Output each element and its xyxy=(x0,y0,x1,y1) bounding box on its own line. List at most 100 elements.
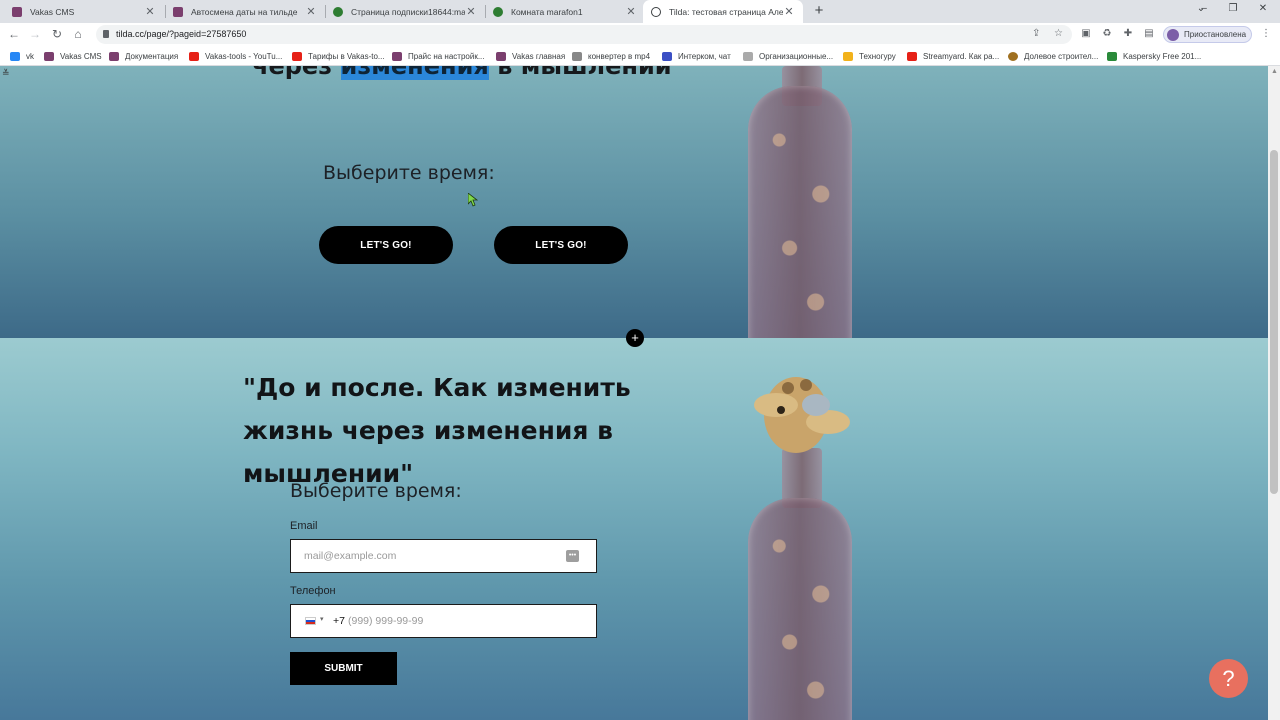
tab-subscription[interactable]: Страница подписки18644:marafon ✕ xyxy=(325,0,485,23)
extension-icon[interactable]: ▣ xyxy=(1080,28,1092,40)
help-button[interactable]: ? xyxy=(1209,659,1248,698)
scroll-up-icon[interactable]: ▲ xyxy=(1271,68,1278,75)
bookmark-youtube[interactable]: Vakas-tools - YouTu... xyxy=(189,50,282,62)
bookmark-tariffs[interactable]: Тарифы в Vakas-to... xyxy=(292,50,385,62)
mouse-cursor-icon xyxy=(468,193,478,207)
address-url[interactable]: tilda.cc/page/?pageid=27587650 xyxy=(116,29,246,39)
phone-country-code: +7 xyxy=(333,615,345,627)
bookmark-label: Прайс на настройк... xyxy=(408,51,485,61)
tab-strip: Vakas CMS ✕ Автосмена даты на тильде ✕ С… xyxy=(0,0,1280,23)
tab-favicon-icon xyxy=(12,6,22,17)
russia-flag-icon[interactable] xyxy=(305,617,316,625)
lets-go-button-right[interactable]: LET'S GO! xyxy=(494,226,628,264)
bookmark-favicon-icon xyxy=(496,51,506,61)
phone-field[interactable]: ▾ +7 (999) 999-99-99 xyxy=(290,604,597,638)
lets-go-button-left[interactable]: LET'S GO! xyxy=(319,226,453,264)
phone-label: Телефон xyxy=(290,585,336,597)
tab-favicon-icon xyxy=(333,6,343,17)
bookmark-label: vk xyxy=(26,51,34,61)
restore-button[interactable]: ❐ xyxy=(1223,3,1243,14)
close-tab-icon[interactable]: ✕ xyxy=(625,5,637,18)
profile-button[interactable]: Приостановлена xyxy=(1163,26,1252,43)
email-field[interactable]: mail@example.com ••• xyxy=(290,539,597,573)
close-tab-icon[interactable]: ✕ xyxy=(305,5,317,18)
menu-kebab-icon[interactable]: ⋮ xyxy=(1260,28,1272,40)
bookmark-vk[interactable]: vk xyxy=(10,50,34,62)
tab-title: Комната marafon1 xyxy=(511,6,583,17)
address-bar[interactable]: tilda.cc/page/?pageid=27587650 ⇪ ☆ xyxy=(96,25,1072,44)
bookmark-label: Vakas главная xyxy=(512,51,566,61)
bookmark-favicon-icon xyxy=(44,51,54,61)
minimize-button[interactable]: – xyxy=(1194,3,1214,14)
bookmark-label: Тарифы в Vakas-to... xyxy=(308,51,385,61)
close-tab-icon[interactable]: ✕ xyxy=(144,5,156,18)
bookmark-label: Streamyard. Как ра... xyxy=(923,51,1000,61)
reload-icon[interactable]: ↻ xyxy=(49,26,65,42)
lock-icon xyxy=(103,30,109,38)
bookmark-favicon-icon xyxy=(662,51,672,61)
bookmark-streamyard[interactable]: Streamyard. Как ра... xyxy=(907,50,999,62)
forward-icon[interactable]: → xyxy=(27,26,43,42)
bookmark-technoguru[interactable]: Техногуру xyxy=(843,50,896,62)
bookmarks-bar: vk Vakas CMS Документация Vakas-tools - … xyxy=(0,46,1280,66)
bookmark-price[interactable]: Прайс на настройк... xyxy=(392,50,485,62)
section-top: через изменения в мышлении Выберите врем… xyxy=(0,66,1268,338)
bookmark-favicon-icon xyxy=(572,51,582,61)
bookmark-label: Документация xyxy=(125,51,179,61)
tab-title: Tilda: тестовая страница Алена xyxy=(669,6,783,17)
collapse-chevrons-icon[interactable]: ≚ xyxy=(2,68,10,79)
bookmark-vakas-cms[interactable]: Vakas CMS xyxy=(44,50,102,62)
chevron-down-icon[interactable]: ▾ xyxy=(320,615,324,623)
bookmark-label: Kaspersky Free 201... xyxy=(1123,51,1202,61)
home-icon[interactable]: ⌂ xyxy=(70,26,86,42)
tab-room[interactable]: Комната marafon1 ✕ xyxy=(485,0,645,23)
page-title: "До и после. Как изменить жизнь через из… xyxy=(243,373,631,488)
close-window-button[interactable]: ✕ xyxy=(1253,3,1273,14)
bookmark-favicon-icon xyxy=(1107,51,1117,61)
tab-vakas-cms[interactable]: Vakas CMS ✕ xyxy=(4,0,164,23)
giraffe-head-image xyxy=(754,377,850,453)
autofill-key-icon[interactable]: ••• xyxy=(566,550,579,562)
tab-title: Vakas CMS xyxy=(30,6,75,17)
page-scrollbar[interactable]: ▲ xyxy=(1268,66,1280,720)
tab-favicon-icon xyxy=(173,6,183,17)
bookmark-label: Техногуру xyxy=(859,51,896,61)
side-panel-icon[interactable]: ▤ xyxy=(1143,28,1155,40)
bookmark-label: Vakas CMS xyxy=(60,51,102,61)
share-icon[interactable]: ⇪ xyxy=(1032,28,1040,39)
submit-button[interactable]: SUBMIT xyxy=(290,652,397,685)
email-placeholder: mail@example.com xyxy=(304,550,397,562)
bookmark-construction[interactable]: Долевое строител... xyxy=(1008,50,1098,62)
bookmark-label: конвертер в mp4 xyxy=(588,51,651,61)
bookmark-kaspersky[interactable]: Kaspersky Free 201... xyxy=(1107,50,1201,62)
bookmark-vakas-main[interactable]: Vakas главная xyxy=(496,50,565,62)
tab-avtosmena[interactable]: Автосмена даты на тильде ✕ xyxy=(165,0,325,23)
back-icon[interactable]: ← xyxy=(6,26,22,42)
heading-text: через xyxy=(252,66,333,80)
bookmark-star-icon[interactable]: ☆ xyxy=(1054,28,1063,39)
bookmark-label: Vakas-tools - YouTu... xyxy=(205,51,283,61)
bookmark-favicon-icon xyxy=(392,51,402,61)
browser-toolbar: ← → ↻ ⌂ tilda.cc/page/?pageid=27587650 ⇪… xyxy=(0,23,1280,46)
giraffe-bottle-image xyxy=(748,86,852,338)
section-heading-cut: через изменения в мышлении xyxy=(252,66,672,80)
close-tab-icon[interactable]: ✕ xyxy=(783,5,795,18)
tab-favicon-icon xyxy=(651,6,661,17)
close-tab-icon[interactable]: ✕ xyxy=(465,5,477,18)
new-tab-button[interactable]: + xyxy=(810,2,828,20)
bookmark-favicon-icon xyxy=(1008,51,1018,61)
tab-title: Автосмена даты на тильде xyxy=(191,6,298,17)
bookmark-organizational[interactable]: Организационные... xyxy=(743,50,833,62)
avatar xyxy=(1167,28,1179,41)
bookmark-docs[interactable]: Документация xyxy=(109,50,178,62)
scrollbar-thumb[interactable] xyxy=(1270,150,1278,494)
bookmark-favicon-icon xyxy=(743,51,753,61)
sync-extension-icon[interactable]: ♻ xyxy=(1101,28,1113,40)
heading-text: в мышлении xyxy=(497,66,672,80)
extensions-puzzle-icon[interactable]: ✚ xyxy=(1122,28,1134,40)
add-block-button[interactable]: + xyxy=(626,329,644,347)
tab-tilda-active[interactable]: Tilda: тестовая страница Алена ✕ xyxy=(643,0,803,23)
youtube-icon xyxy=(907,51,917,61)
bookmark-intercom[interactable]: Интерком, чат xyxy=(662,50,731,62)
bookmark-converter[interactable]: конвертер в mp4 xyxy=(572,50,650,62)
